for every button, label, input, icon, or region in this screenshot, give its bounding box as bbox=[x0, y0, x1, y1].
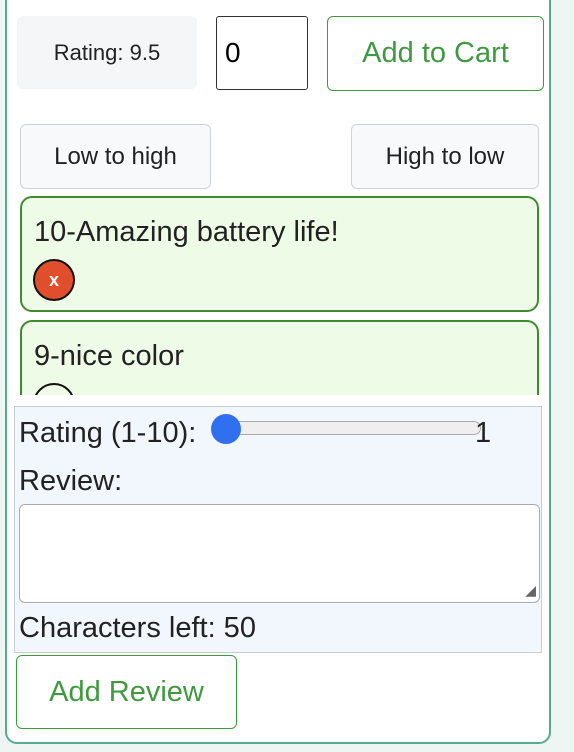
quantity-input[interactable] bbox=[216, 16, 308, 90]
add-review-button[interactable]: Add Review bbox=[16, 655, 237, 729]
resize-grip-icon[interactable]: ◢ bbox=[525, 582, 536, 599]
rating-display: Rating: 9.5 bbox=[17, 16, 197, 89]
review-item: 9-nice color x bbox=[20, 320, 539, 395]
add-to-cart-button[interactable]: Add to Cart bbox=[327, 16, 544, 91]
delete-review-button[interactable]: x bbox=[33, 259, 75, 301]
review-item: 10-Amazing battery life! x bbox=[20, 196, 539, 312]
characters-left-counter: Characters left: 50 bbox=[19, 612, 256, 644]
review-field-label: Review: bbox=[19, 465, 123, 497]
rating-slider-label: Rating (1-10): bbox=[19, 417, 197, 449]
rating-slider-thumb[interactable] bbox=[211, 414, 241, 444]
delete-review-button[interactable]: x bbox=[33, 383, 75, 395]
reviews-list[interactable]: 10-Amazing battery life! x 9-nice color … bbox=[20, 196, 539, 395]
review-form: Rating (1-10): 1 Review: ◢ Characters le… bbox=[14, 406, 542, 653]
review-text: 10-Amazing battery life! bbox=[34, 216, 339, 248]
review-text: 9-nice color bbox=[34, 340, 184, 372]
rating-slider-track[interactable] bbox=[227, 421, 481, 435]
rating-slider-value: 1 bbox=[475, 417, 492, 449]
review-textarea[interactable]: ◢ bbox=[19, 504, 540, 603]
sort-high-to-low-button[interactable]: High to low bbox=[351, 124, 539, 189]
sort-low-to-high-button[interactable]: Low to high bbox=[20, 124, 211, 189]
